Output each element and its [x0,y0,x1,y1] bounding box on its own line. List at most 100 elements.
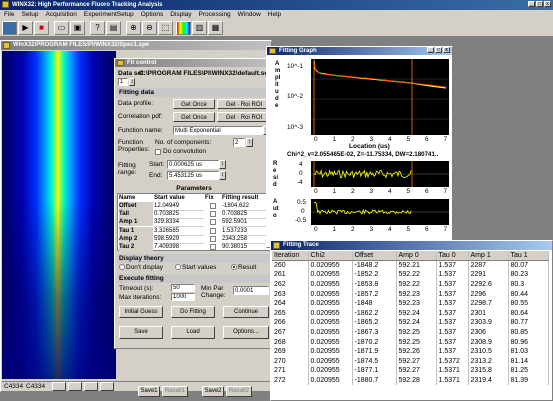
load-button[interactable]: Load [171,326,215,339]
param-fix-checkbox[interactable] [210,227,216,234]
trace-col-header[interactable]: Tau 0 [436,251,469,262]
open-file-icon[interactable]: ▭ [54,21,69,35]
trace-col-header[interactable]: Amp 1 [468,251,509,262]
graph-minimize-button[interactable]: _ [427,47,434,53]
param-fix-checkbox[interactable] [210,235,216,242]
data-profile-get-roi-button[interactable]: Get · Roi ROI [217,99,271,109]
menu-item-file[interactable]: File [4,11,14,18]
display-dont-option[interactable]: Don't display [119,264,163,272]
graph-close-button[interactable]: x [443,47,450,53]
app-close-button[interactable]: x [544,1,551,7]
table-row[interactable]: 260 0.020955 -1848.2 592.21 1.537 2287 80.07 [272,260,549,271]
start-input[interactable]: 0.000625 us [167,160,219,169]
menu-item-options[interactable]: Options [141,11,163,18]
table-row[interactable]: 271 0.020955 -1877.1 592.27 1.5371 2315.8 81.2… [272,366,549,376]
menu-item-experimentsetup[interactable]: ExperimentSetup [84,11,134,18]
stop-icon[interactable]: ■ [34,21,49,35]
color-bar-icon[interactable] [176,21,191,35]
max-iter-input[interactable]: 1000 [171,293,195,301]
table-row[interactable]: 269 0.020955 -1871.9 592.26 1.537 2310.5 81.03 [272,346,549,357]
menu-item-processing[interactable]: Processing [199,11,231,18]
table-row[interactable]: 265 0.020955 -1862.2 592.24 1.537 2301 80.64 [272,308,549,319]
x-tick-label: 1 [332,188,337,195]
table-cell: 592.22 [396,279,437,290]
table-row[interactable]: 264 0.020955 -1848 592.23 1.537 2298.7 80.55 [272,298,549,309]
display-result-radio[interactable] [231,264,237,270]
menu-item-acquisition[interactable]: Acquisition [45,11,76,18]
save-file-icon[interactable]: ▣ [70,21,85,35]
param-fix-checkbox[interactable] [210,211,216,218]
info-icon[interactable]: ? [90,21,105,35]
param-fix-checkbox[interactable] [210,203,216,209]
deconvolution-checkbox[interactable] [155,149,161,155]
zoom-in-icon[interactable]: ⊕ [126,21,141,35]
fit-curve-line [313,62,447,88]
print-icon[interactable]: ▤ [106,21,121,35]
app-minimize-button[interactable]: _ [528,1,535,7]
table-cell: -1880.7 [352,375,397,386]
status-btn-3[interactable] [84,382,98,391]
menu-item-help[interactable]: Help [268,11,281,18]
param-fix-checkbox[interactable] [210,219,216,226]
table-row[interactable]: 263 0.020955 -1857.2 592.23 1.537 2296 80.44 [272,289,549,299]
corr-pdf-get-roi-button[interactable]: Get · Roi ROI [217,112,271,122]
num-components-spin[interactable]: ↕ [246,138,253,147]
save1-button[interactable]: Save1 [138,386,160,397]
trace-col-header[interactable]: Tau 1 [508,251,549,262]
display-start-option[interactable]: Start values [175,264,216,272]
trace-col-header[interactable]: Iteration [272,251,309,262]
data-set-number[interactable]: 1 [118,78,128,86]
start-spin[interactable]: ↕ [219,160,226,169]
table-row[interactable]: 267 0.020955 -1867.3 592.25 1.537 2306 80.85 [272,327,549,338]
trace-col-header[interactable]: Amp 0 [396,251,437,262]
app-maximize-button[interactable]: □ [536,1,543,7]
palette-icon[interactable]: ▥ [192,21,207,35]
param-fix-checkbox[interactable] [210,244,216,250]
menu-item-setup[interactable]: Setup [21,11,38,18]
display-start-radio[interactable] [175,264,181,270]
table-cell: 592.24 [396,318,437,328]
initial-guess-button[interactable]: Initial Guess [119,306,163,318]
recall1-button[interactable]: Recall1 [162,386,188,397]
residuals-plot-svg [311,161,449,187]
display-dont-radio[interactable] [119,264,125,270]
trace-col-header[interactable]: Offset [352,251,397,262]
end-input[interactable]: 5.453125 us [167,171,219,180]
table-row[interactable]: 272 0.020955 -1880.7 592.28 1.5371 2319.4 81.3… [272,375,549,386]
menu-item-window[interactable]: Window [238,11,261,18]
acquire-icon[interactable] [2,21,17,35]
num-components-input[interactable]: 2 [233,138,245,147]
param-start-value[interactable]: 7.409398 [154,243,204,252]
save2-button[interactable]: Save2 [202,386,224,397]
end-spin[interactable]: ↕ [219,171,226,180]
table-row[interactable]: 262 0.020955 -1853.8 592.22 1.537 2292.6 80.3 [272,279,549,290]
table-cell: 2308.9 [468,337,509,347]
graph-maximize-button[interactable]: □ [435,47,442,53]
save-button[interactable]: Save [119,326,163,339]
table-row[interactable]: 268 0.020955 -1870.2 592.25 1.537 2308.9 80.96 [272,337,549,347]
table-row[interactable]: 266 0.020955 -1865.2 592.24 1.537 2303.9 80.77 [272,318,549,328]
status-btn-2[interactable] [68,382,82,391]
corr-pdf-get-once-button[interactable]: Get Once [173,112,215,122]
zoom-out-icon[interactable]: ⊖ [142,21,157,35]
table-row[interactable]: 270 0.020955 -1874.5 592.27 1.5372 2313.2 81.1… [272,356,549,367]
function-name-select[interactable]: Multi Exponential [173,126,263,135]
timeout-input[interactable]: 50 [171,284,195,292]
focus-icon[interactable]: ▶ [18,21,33,35]
options-button[interactable]: Options... [223,326,269,339]
display-layout-icon[interactable]: ▦ [208,21,223,35]
data-set-spin[interactable]: ↕ [129,78,135,86]
menu-item-display[interactable]: Display [170,11,191,18]
display-result-option[interactable]: Result [231,264,256,272]
continue-button[interactable]: Continue [223,306,269,318]
recall2-button[interactable]: Recall2 [226,386,252,397]
do-fitting-button[interactable]: Do Fitting [171,306,215,318]
status-btn-4[interactable] [100,382,114,391]
roi-icon[interactable]: ⬚ [158,21,173,35]
data-profile-get-once-button[interactable]: Get Once [173,99,215,109]
table-cell: -1877.1 [352,366,397,376]
table-row[interactable]: 261 0.020955 -1852.2 592.22 1.537 2291 80.23 [272,270,549,280]
trace-col-header[interactable]: Chi2 [308,251,353,262]
min-par-input[interactable]: 0.0001 [233,286,269,295]
status-btn-1[interactable] [52,382,66,391]
